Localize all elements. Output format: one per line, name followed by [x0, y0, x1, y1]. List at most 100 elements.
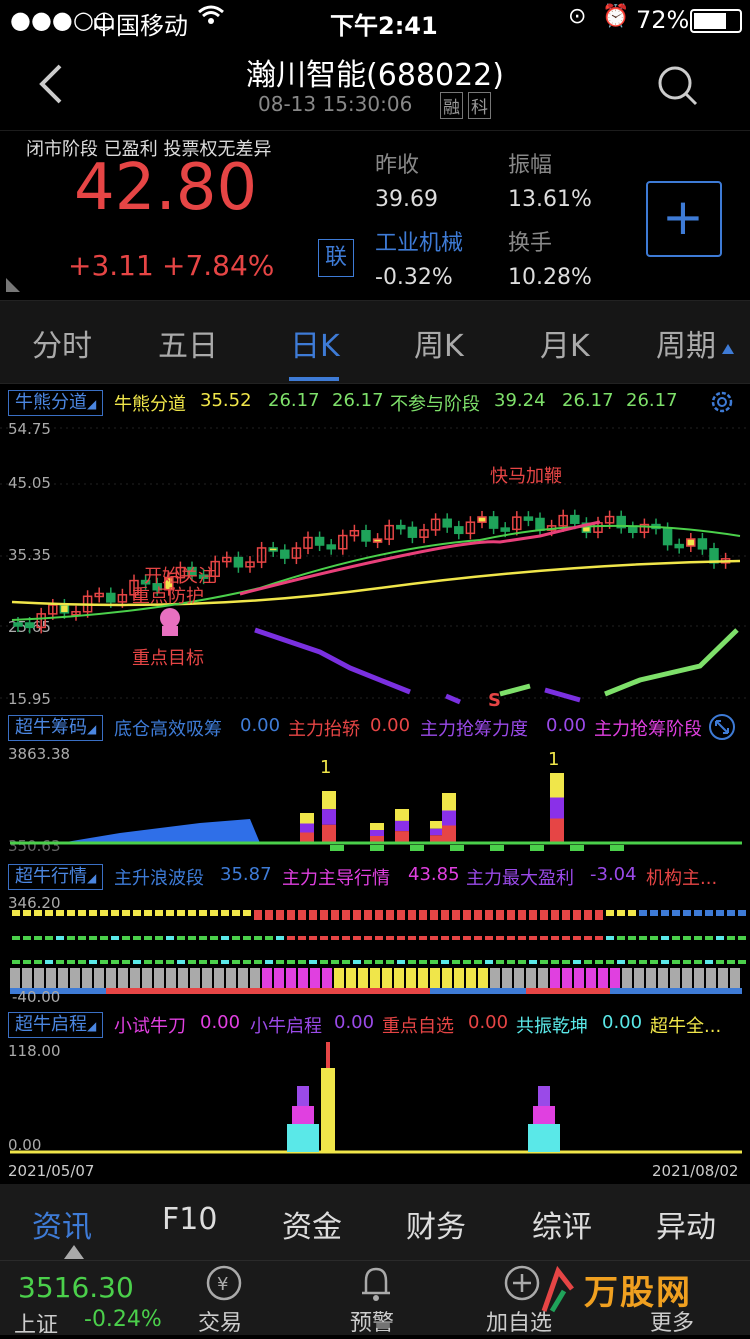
status-dot	[727, 936, 735, 940]
chip-bar-purple	[550, 797, 564, 819]
ind3-value-0: 35.87	[220, 864, 272, 885]
candle-body	[697, 538, 708, 550]
tab-monthly-k[interactable]: 月K	[540, 321, 590, 365]
status-dot	[210, 910, 218, 916]
status-dot	[694, 960, 702, 964]
tab-five-day[interactable]: 五日	[158, 321, 218, 365]
trend-strip	[478, 988, 490, 994]
trend-strip	[490, 988, 502, 994]
chip-bar-yellow	[322, 791, 336, 810]
alert-button[interactable]: 预警	[350, 1305, 394, 1337]
ind4-label-2: 重点自选	[382, 1016, 454, 1037]
indicator1-selector[interactable]: 牛熊分道◢	[8, 390, 104, 416]
tab-financials[interactable]: 财务	[406, 1202, 466, 1246]
status-dot	[540, 936, 548, 940]
candle-body	[24, 622, 35, 629]
status-dot	[573, 960, 581, 964]
trend-strip	[694, 988, 706, 994]
status-dot	[67, 910, 75, 916]
status-dot	[353, 910, 361, 920]
trend-strip	[94, 988, 106, 994]
candle-body	[674, 543, 684, 549]
status-dot	[133, 936, 141, 940]
trend-strip	[178, 988, 190, 994]
status-dot	[562, 936, 570, 940]
ind2-value-1: 0.00	[370, 715, 411, 736]
candle-body	[500, 527, 510, 532]
chip-bar-yellow	[550, 773, 564, 798]
candle-body	[361, 530, 371, 542]
trend-strip	[502, 988, 514, 994]
status-dot	[705, 910, 713, 916]
ind1-v3-1: 26.17	[626, 390, 678, 411]
tab-news[interactable]: 资讯	[32, 1202, 92, 1246]
axis-label-1: 45.05	[8, 474, 51, 492]
status-dot	[166, 936, 174, 940]
candle-body	[442, 518, 452, 528]
ind2-label-2: 主力抢筹力度	[420, 719, 528, 740]
date-start: 2021/05/07	[8, 1162, 94, 1180]
candle-body	[280, 549, 290, 559]
chip-bar-purple	[370, 830, 384, 836]
ind2-value-2: 0.00	[546, 715, 587, 736]
chip-bars	[300, 773, 624, 851]
trend-strip	[610, 988, 622, 994]
status-dot	[540, 960, 548, 964]
tab-period[interactable]: 周期	[656, 321, 716, 365]
status-dot	[188, 960, 196, 964]
main-kline-chart[interactable]: 54.75 45.05 35.35 25.65 15.95 快马加鞭 开始关注 …	[0, 418, 750, 708]
status-dot	[408, 910, 416, 920]
status-dot	[298, 910, 306, 920]
trend-strip	[238, 988, 250, 994]
tab-intraday[interactable]: 分时	[32, 321, 92, 365]
status-dot	[518, 936, 526, 940]
status-dot	[320, 910, 328, 920]
chip-bar-red	[550, 818, 564, 843]
indicator2-selector[interactable]: 超牛筹码◢	[8, 715, 104, 741]
ind1-v3-0: 26.17	[332, 390, 384, 411]
trend-strip	[370, 988, 382, 994]
tab-f10[interactable]: F10	[162, 1202, 217, 1237]
status-dot	[628, 936, 636, 940]
chip-mark-1: 1	[320, 757, 331, 778]
tab-review[interactable]: 综评	[532, 1202, 592, 1246]
status-dot	[485, 910, 493, 920]
prev-close-value: 39.69	[375, 187, 438, 212]
indicator3-selector[interactable]: 超牛行情◢	[8, 864, 104, 890]
add-watchlist-button[interactable]: +	[646, 181, 722, 257]
index-value[interactable]: 3516.30	[18, 1271, 134, 1304]
status-dot	[89, 960, 97, 964]
tab-anomaly[interactable]: 异动	[656, 1202, 716, 1246]
status-dot	[727, 910, 735, 916]
search-icon[interactable]	[656, 64, 700, 112]
tab-funds[interactable]: 资金	[282, 1202, 342, 1246]
sector-link[interactable]: 工业机械	[375, 225, 463, 257]
trend-strip	[154, 988, 166, 994]
tab-weekly-k[interactable]: 周K	[414, 321, 464, 365]
status-dot	[738, 960, 746, 964]
tab-daily-k[interactable]: 日K	[290, 321, 340, 365]
status-dot	[12, 960, 20, 964]
ind3-value-1: 43.85	[408, 864, 460, 885]
status-dot	[243, 960, 251, 964]
indicator4-selector[interactable]: 超牛启程◢	[8, 1012, 104, 1038]
status-dot	[342, 936, 350, 940]
status-dot	[100, 936, 108, 940]
linked-button[interactable]: 联	[318, 239, 354, 277]
sector-change: -0.32%	[375, 265, 453, 290]
status-dot	[595, 910, 603, 920]
status-dot	[221, 936, 229, 940]
trend-strip	[682, 988, 694, 994]
expand-icon[interactable]	[708, 713, 736, 743]
status-dot	[606, 960, 614, 964]
trend-strip	[310, 988, 322, 994]
launch-bar-red-yellow	[321, 1042, 335, 1152]
chip-bar-yellow	[300, 813, 314, 824]
trade-button[interactable]: 交易	[198, 1305, 242, 1337]
status-dot	[639, 910, 647, 916]
settings-gear-icon[interactable]	[708, 388, 736, 418]
info-tabs: 资讯 F10 资金 财务 综评 异动	[0, 1184, 750, 1260]
status-dot	[716, 910, 724, 916]
trend-strip	[550, 988, 562, 994]
status-dot	[650, 936, 658, 940]
